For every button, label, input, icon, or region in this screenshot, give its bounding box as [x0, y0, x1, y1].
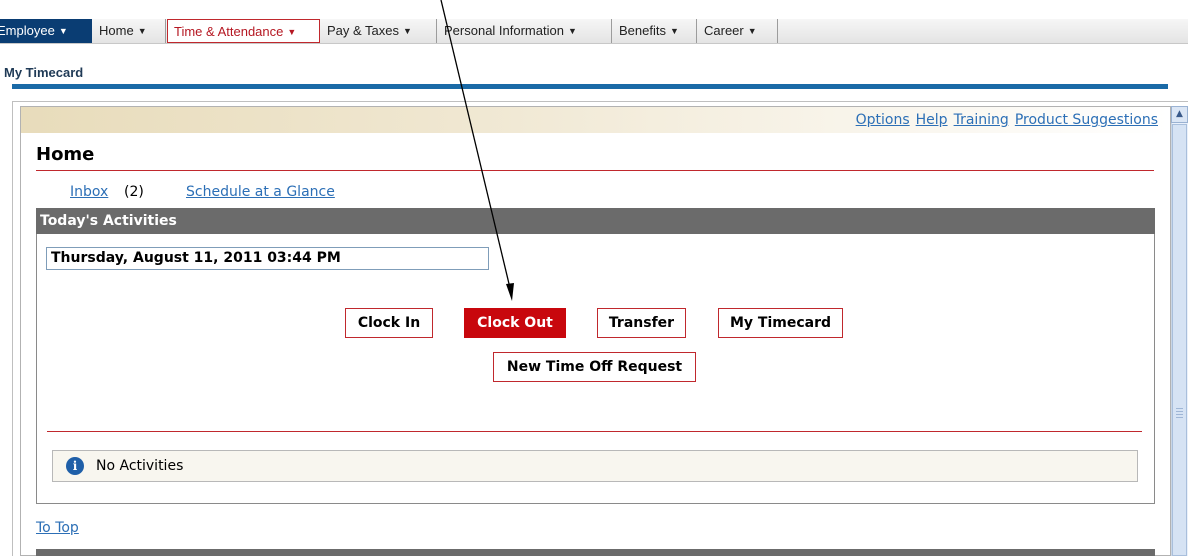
no-activities-text: No Activities: [96, 458, 184, 474]
chevron-down-icon: ▼: [747, 26, 757, 36]
next-section-header: [36, 549, 1155, 556]
home-heading: Home: [36, 144, 95, 165]
my-timecard-button[interactable]: My Timecard: [718, 308, 843, 338]
clock-out-button[interactable]: Clock Out: [464, 308, 566, 338]
clock-in-button[interactable]: Clock In: [345, 308, 433, 338]
nav-career[interactable]: Career ▼: [698, 19, 778, 43]
employee-menu[interactable]: Employee ▼: [0, 19, 92, 43]
to-top-link[interactable]: To Top: [36, 520, 79, 536]
nav-career-label: Career: [704, 23, 744, 38]
training-link[interactable]: Training: [954, 112, 1009, 128]
chevron-down-icon: ▼: [137, 26, 147, 36]
page-title: My Timecard: [4, 65, 84, 80]
title-divider: [12, 84, 1168, 89]
nav-benefits[interactable]: Benefits ▼: [613, 19, 697, 43]
nav-pay-taxes[interactable]: Pay & Taxes ▼: [321, 19, 437, 43]
nav-personal-information-label: Personal Information: [444, 23, 564, 38]
help-link[interactable]: Help: [916, 112, 948, 128]
nav-time-attendance[interactable]: Time & Attendance ▼: [167, 19, 320, 43]
nav-benefits-label: Benefits: [619, 23, 666, 38]
no-activities-box: [52, 450, 1138, 482]
chevron-down-icon: ▼: [403, 26, 412, 36]
nav-pay-taxes-label: Pay & Taxes: [327, 23, 400, 38]
inbox-count: (2): [124, 184, 144, 200]
chevron-down-icon: ▼: [287, 27, 297, 37]
employee-menu-label: Employee: [0, 23, 55, 38]
nav-personal-information[interactable]: Personal Information ▼: [438, 19, 612, 43]
scroll-up-arrow-icon[interactable]: ▲: [1171, 106, 1188, 123]
nav-home[interactable]: Home ▼: [93, 19, 166, 43]
nav-home-label: Home: [99, 23, 134, 38]
scroll-thumb[interactable]: [1172, 124, 1187, 556]
schedule-at-a-glance-link[interactable]: Schedule at a Glance: [186, 184, 335, 200]
scroll-grip-icon: [1176, 408, 1183, 418]
current-datetime: Thursday, August 11, 2011 03:44 PM: [46, 247, 489, 270]
info-icon: i: [66, 457, 84, 475]
chevron-down-icon: ▼: [567, 26, 577, 36]
transfer-button[interactable]: Transfer: [597, 308, 686, 338]
new-time-off-request-button[interactable]: New Time Off Request: [493, 352, 696, 382]
chevron-down-icon: ▼: [58, 26, 68, 36]
top-nav-bar: Employee ▼ Home ▼ Time & Attendance ▼ Pay &…: [0, 19, 1188, 44]
nav-time-attendance-label: Time & Attendance: [174, 24, 284, 39]
inbox-link[interactable]: Inbox: [70, 184, 108, 200]
todays-activities-header: Today's Activities: [36, 208, 1155, 234]
chevron-down-icon: ▼: [669, 26, 679, 36]
options-link[interactable]: Options: [856, 112, 910, 128]
home-divider: [36, 170, 1154, 171]
utility-links: Options Help Training Product Suggestions: [850, 112, 1158, 128]
product-suggestions-link[interactable]: Product Suggestions: [1015, 112, 1158, 128]
activities-divider: [47, 431, 1142, 432]
